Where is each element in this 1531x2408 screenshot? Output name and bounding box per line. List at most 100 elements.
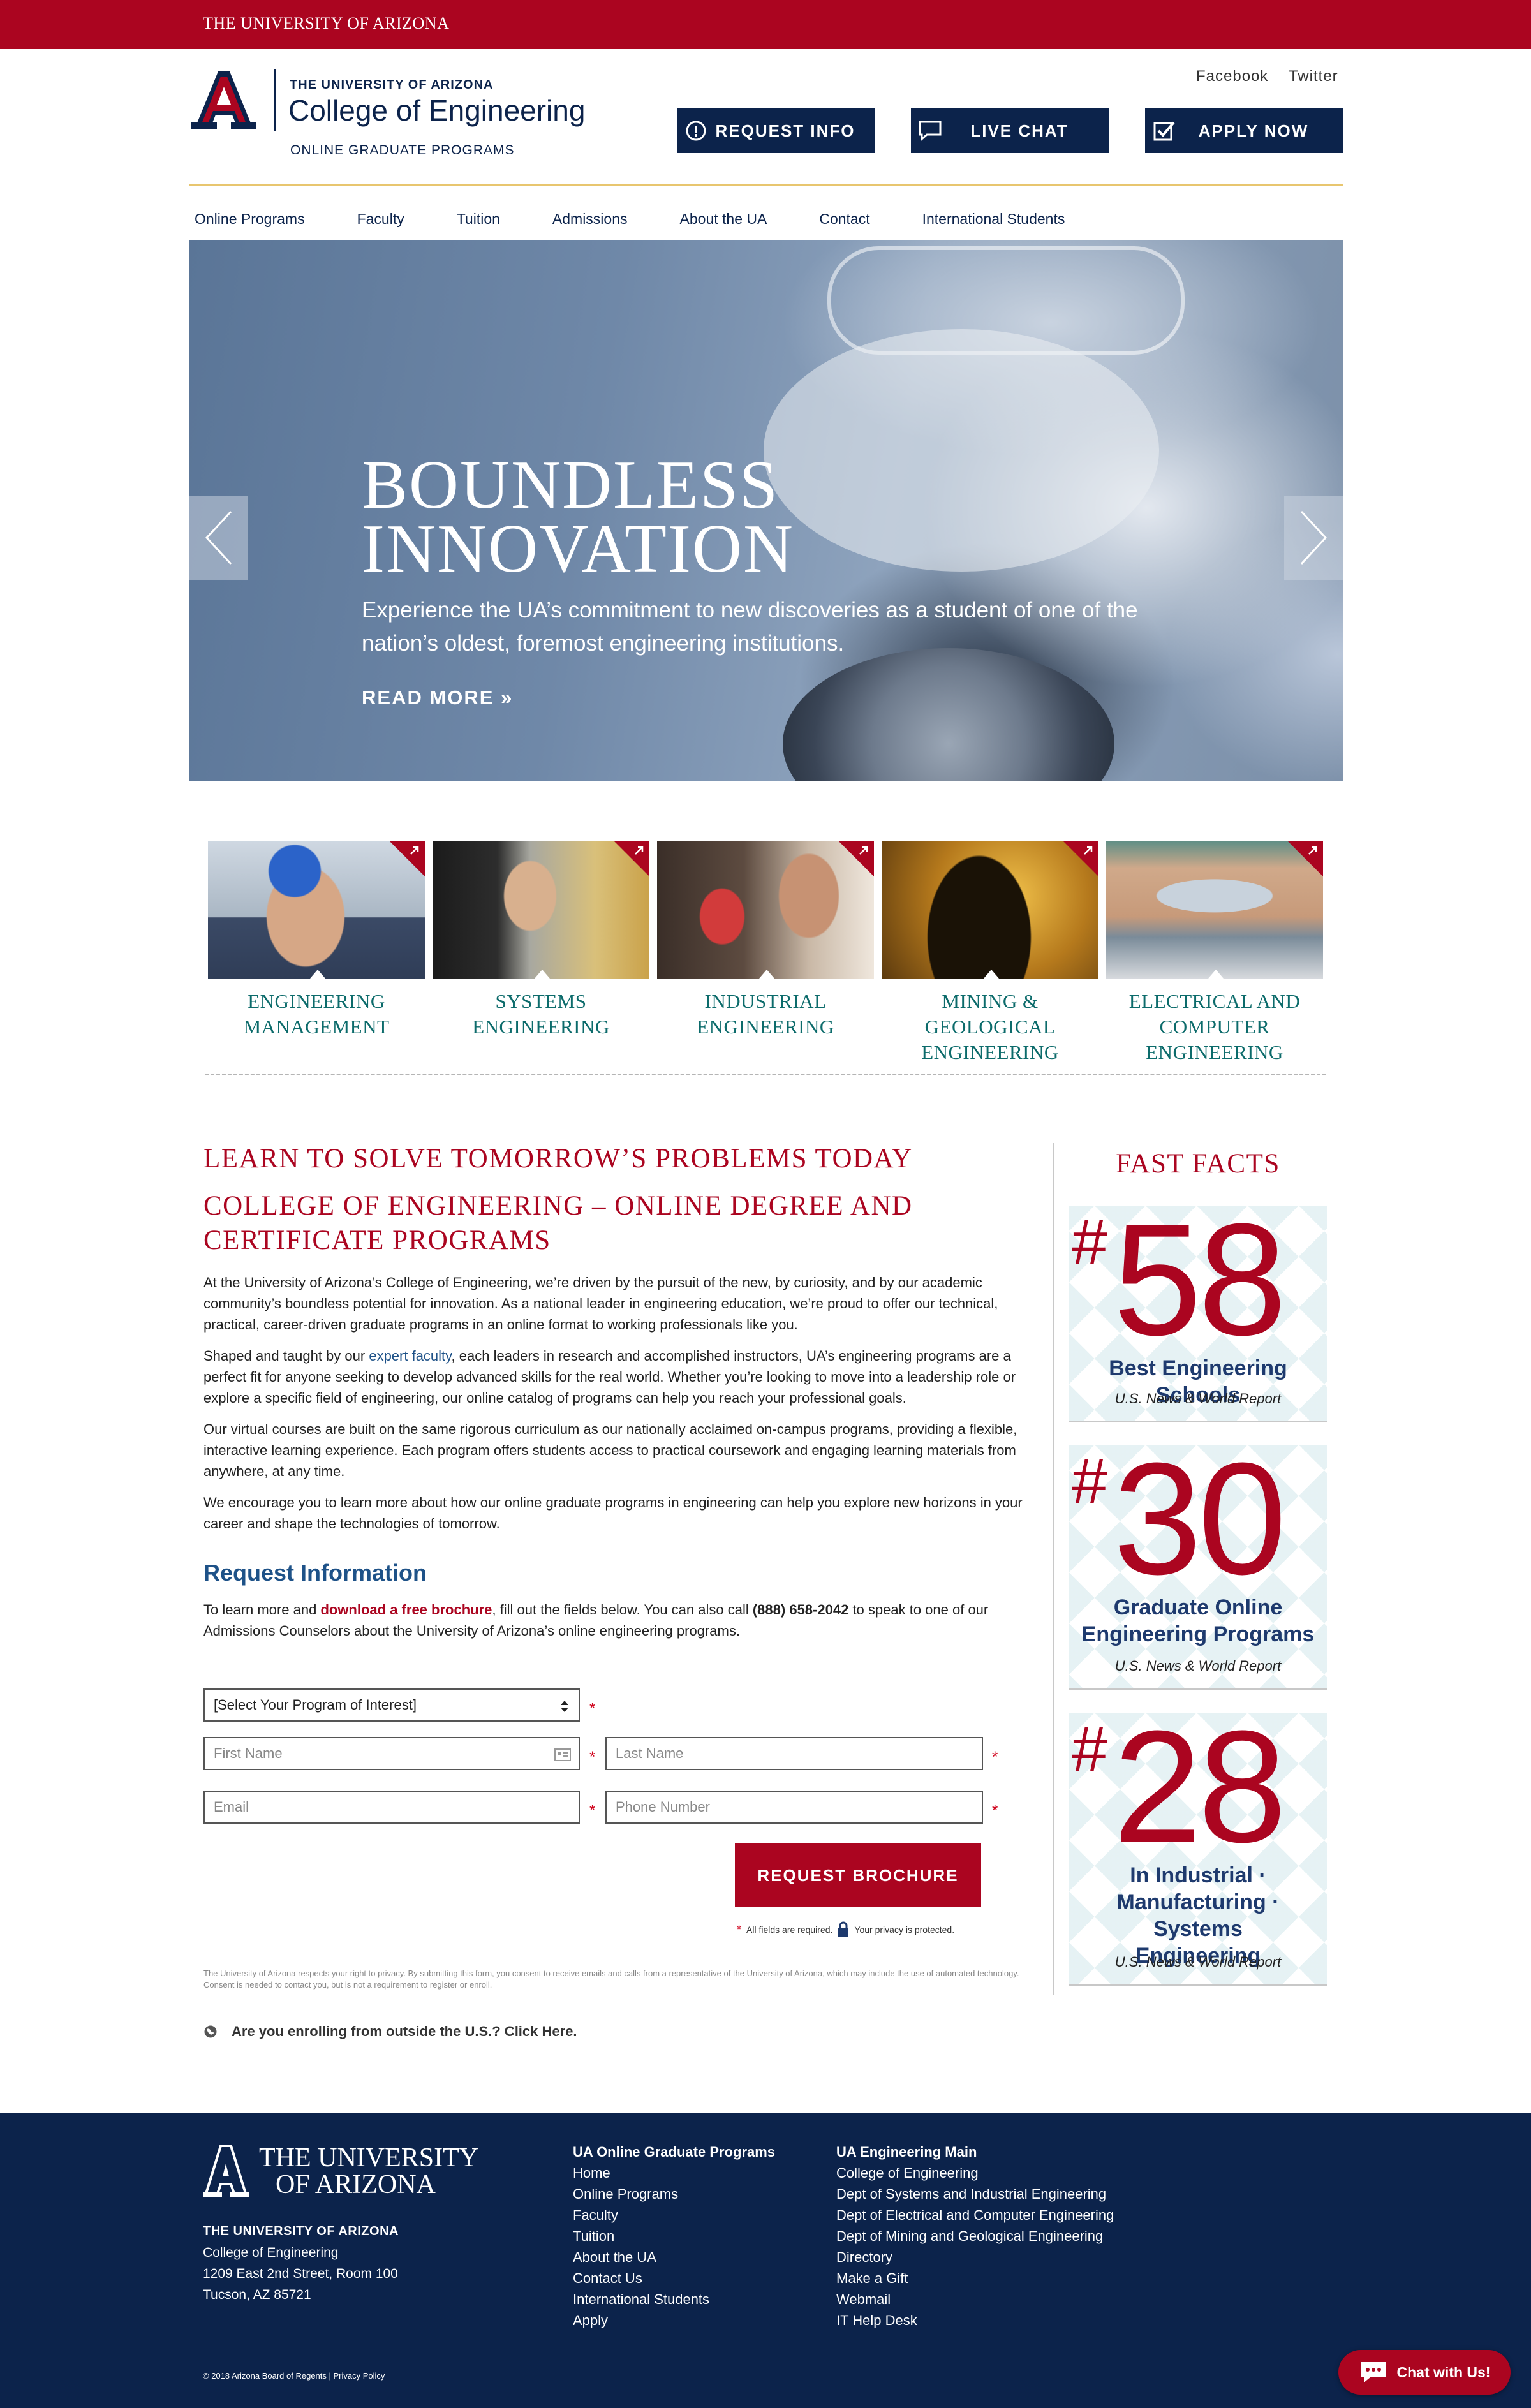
chat-widget-label: Chat with Us! [1396,2363,1491,2381]
fast-fact-source: U.S. News & World Report [1114,1391,1282,1407]
intro-paragraph-1: At the University of Arizona’s College o… [203,1274,998,1333]
nav-contact[interactable]: Contact [819,211,869,228]
fast-fact-rank: 30 [1113,1429,1287,1607]
apply-now-label: APPLY NOW [1198,121,1309,140]
footer-address: THE UNIVERSITY OF ARIZONA College of Eng… [203,2224,399,2302]
international-link[interactable]: Are you enrolling from outside the U.S.?… [203,2023,577,2040]
globe-icon [204,2025,217,2038]
copyright[interactable]: © 2018 Arizona Board of Regents | Privac… [203,2371,385,2381]
expert-faculty-link[interactable]: expert faculty [369,1348,451,1364]
contact-card-icon [554,1748,571,1761]
privacy-note: Your privacy is protected. [854,1924,955,1935]
request-info-intro: To learn more and download a free brochu… [203,1602,989,1639]
nav-about-ua[interactable]: About the UA [680,211,767,228]
hero-read-more-link[interactable]: READ MORE » [362,686,513,709]
footer-logo-line1: THE UNIVERSITY [259,2143,479,2173]
chevron-left-icon [205,510,232,565]
carousel-next-button[interactable] [1284,496,1343,580]
twitter-link[interactable]: Twitter [1289,68,1338,85]
live-chat-label: LIVE CHAT [970,121,1069,140]
footer-link-contact-us[interactable]: Contact Us [573,2268,775,2289]
footer-col-heading: UA Engineering Main [836,2144,977,2160]
footer-link-dept-mge[interactable]: Dept of Mining and Geological Engineerin… [836,2226,1114,2247]
fast-fact-rank: 28 [1113,1697,1287,1875]
footer: THE UNIVERSITY OF ARIZONA THE UNIVERSITY… [0,2113,1531,2408]
footer-link-dept-sie[interactable]: Dept of Systems and Industrial Engineeri… [836,2183,1114,2205]
form-notes: * All fields are required. Your privacy … [737,1921,954,1938]
arizona-a-logo-icon[interactable] [190,69,258,131]
hero-image-hard-drive [783,648,1114,781]
program-select[interactable]: [Select Your Program of Interest] [203,1688,580,1722]
program-image [208,841,425,979]
footer-link-online-programs[interactable]: Online Programs [573,2183,775,2205]
fast-fact-2: # 30 Graduate Online Engineering Program… [1069,1429,1327,1690]
logo-college-text[interactable]: College of Engineering [288,93,585,128]
nav-tuition[interactable]: Tuition [457,211,500,228]
footer-link-college[interactable]: College of Engineering [836,2162,1114,2183]
facebook-link[interactable]: Facebook [1196,68,1268,85]
live-chat-button[interactable]: LIVE CHAT [911,108,1109,153]
program-tile-mining-geological[interactable]: MINING & GEOLOGICAL ENGINEERING [882,841,1098,1065]
footer-link-apply[interactable]: Apply [573,2310,775,2331]
external-link-icon [410,846,419,855]
program-label: ELECTRICAL AND COMPUTER ENGINEERING [1128,990,1301,1063]
footer-link-faculty[interactable]: Faculty [573,2205,775,2226]
footer-link-about-ua[interactable]: About the UA [573,2247,775,2268]
footer-link-home[interactable]: Home [573,2162,775,2183]
request-info-label: REQUEST INFO [715,121,855,140]
required-marker: * [589,1802,596,1819]
first-name-field[interactable]: First Name [203,1737,580,1770]
program-tile-electrical-computer[interactable]: ELECTRICAL AND COMPUTER ENGINEERING [1106,841,1323,1065]
nav-online-programs[interactable]: Online Programs [195,211,305,228]
external-link-icon [1084,846,1093,855]
program-select-value: [Select Your Program of Interest] [214,1697,417,1713]
fast-fact-label: Graduate Online Engineering Programs [1081,1595,1315,1646]
last-name-field[interactable]: Last Name [605,1737,983,1770]
nav-faculty[interactable]: Faculty [357,211,404,228]
footer-link-it-help[interactable]: IT Help Desk [836,2310,1114,2331]
footer-link-make-gift[interactable]: Make a Gift [836,2268,1114,2289]
nav-international-students[interactable]: International Students [922,211,1065,228]
hero-subtitle: Experience the UA’s commitment to new di… [362,598,1138,656]
footer-link-webmail[interactable]: Webmail [836,2289,1114,2310]
nav-admissions[interactable]: Admissions [552,211,628,228]
intro-paragraph-2: Shaped and taught by our expert faculty,… [203,1348,1016,1406]
footer-link-dept-ece[interactable]: Dept of Electrical and Computer Engineer… [836,2205,1114,2226]
university-wordmark[interactable]: THE UNIVERSITY OF ARIZONA [203,14,449,33]
intro-paragraph-3: Our virtual courses are built on the sam… [203,1421,1017,1479]
logo-divider [274,69,276,131]
program-tile-engineering-management[interactable]: ENGINEERING MANAGEMENT [208,841,425,1040]
footer-link-directory[interactable]: Directory [836,2247,1114,2268]
request-info-button[interactable]: REQUEST INFO [677,108,875,153]
main-content: LEARN TO SOLVE TOMORROW’S PROBLEMS TODAY… [203,1142,1039,1641]
program-tile-industrial-engineering[interactable]: INDUSTRIAL ENGINEERING [657,841,874,1040]
fast-fact-3: # 28 In Industrial · Manufacturing · Sys… [1069,1697,1327,1986]
hero-title-line2: INNOVATION [362,511,794,587]
external-link-icon [859,846,868,855]
apply-now-button[interactable]: APPLY NOW [1145,108,1343,153]
chat-widget-button[interactable]: Chat with Us! [1338,2350,1511,2395]
fast-fact-rank: 58 [1113,1190,1287,1368]
footer-link-tuition[interactable]: Tuition [573,2226,775,2247]
download-brochure-link[interactable]: download a free brochure [320,1602,492,1618]
arizona-a-logo-icon [203,2145,249,2197]
phone-field[interactable]: Phone Number [605,1791,983,1824]
program-tile-systems-engineering[interactable]: SYSTEMS ENGINEERING [433,841,649,1040]
chevron-right-icon [1300,510,1328,565]
carousel-prev-button[interactable] [189,496,248,580]
footer-logo-line2: OF ARIZONA [276,2170,436,2199]
sub-heading: COLLEGE OF ENGINEERING – ONLINE DEGREE A… [203,1191,913,1255]
footer-logo[interactable]: THE UNIVERSITY OF ARIZONA [203,2145,478,2198]
email-field[interactable]: Email [203,1791,580,1824]
footer-link-international[interactable]: International Students [573,2289,775,2310]
request-brochure-button[interactable]: REQUEST BROCHURE [735,1843,981,1907]
logo-subtitle: ONLINE GRADUATE PROGRAMS [290,143,515,158]
fast-fact-source: U.S. News & World Report [1114,1954,1282,1970]
checkbox-icon [1145,119,1183,142]
program-label: SYSTEMS ENGINEERING [472,990,610,1038]
program-label: MINING & GEOLOGICAL ENGINEERING [921,990,1059,1063]
main-nav: Online Programs Faculty Tuition Admissio… [195,211,1065,228]
program-image [882,841,1098,979]
footer-col-online-programs: UA Online Graduate Programs Home Online … [573,2141,775,2331]
program-image [657,841,874,979]
